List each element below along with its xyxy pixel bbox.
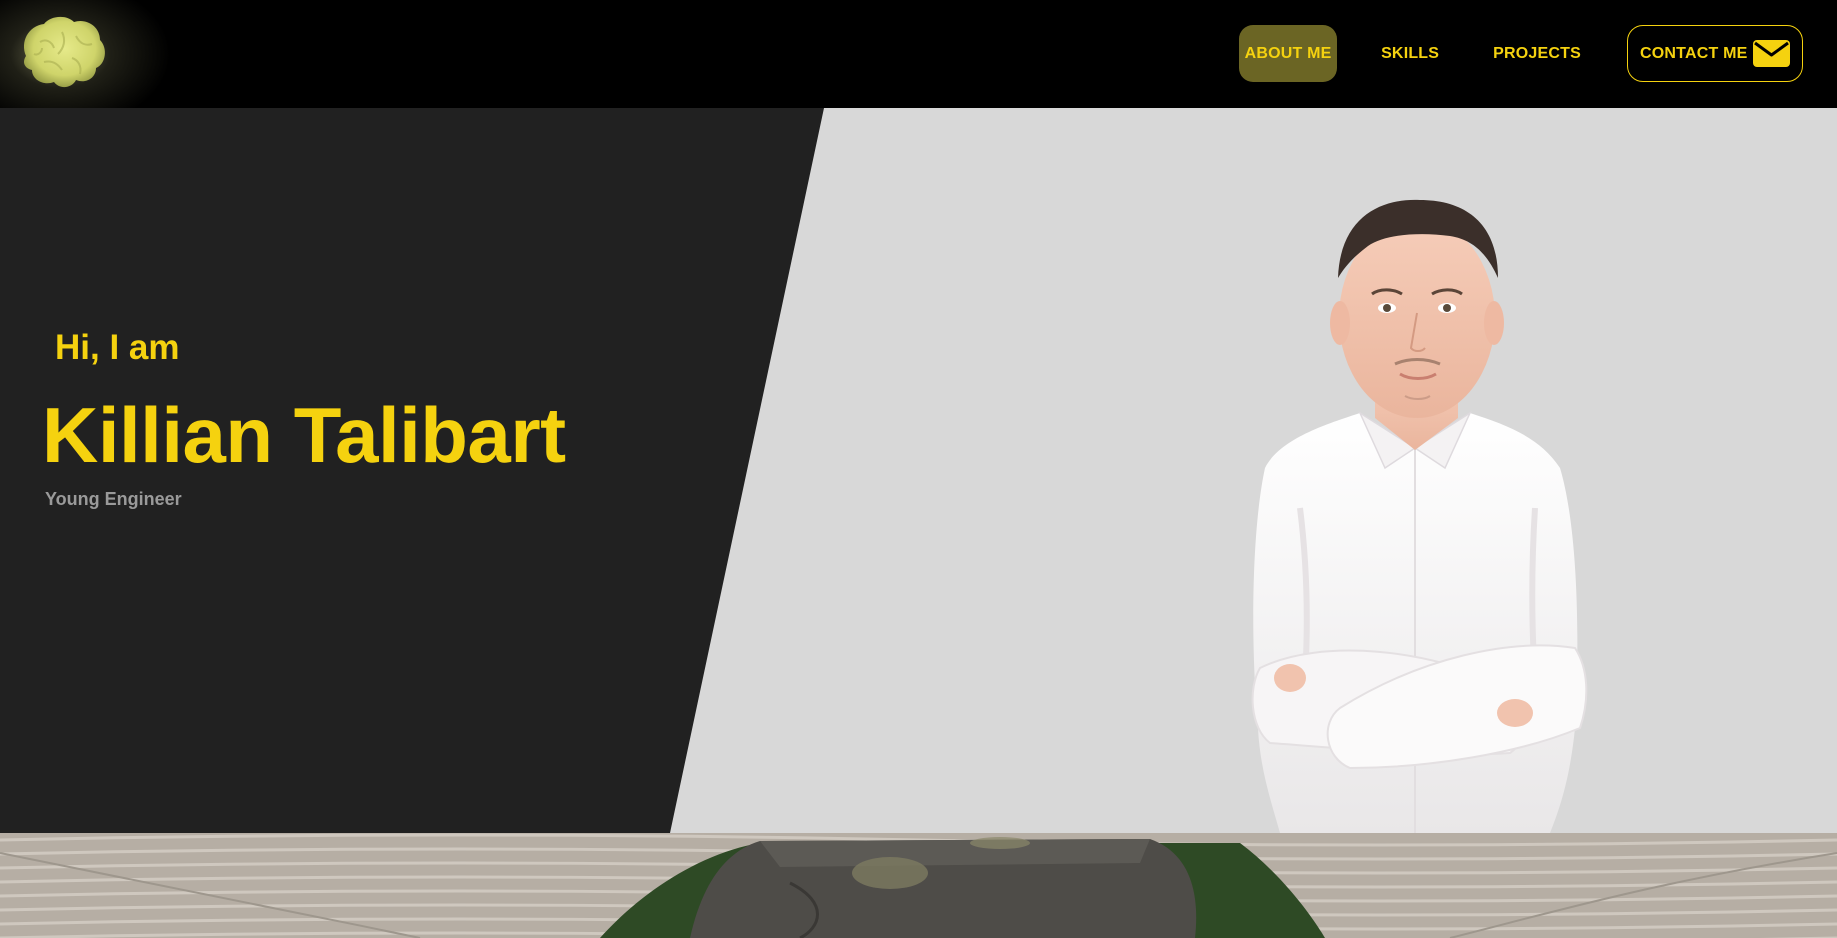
nav-skills[interactable]: SKILLS (1373, 25, 1447, 82)
nav-about-me[interactable]: ABOUT ME (1239, 25, 1338, 82)
hero-intro: Hi, I am Killian Talibart Young Engineer (0, 108, 700, 833)
contact-label: CONTACT ME (1640, 44, 1748, 62)
nav-contact-me[interactable]: CONTACT ME (1627, 25, 1803, 82)
profile-photo (1251, 199, 1588, 833)
main-nav: ABOUT ME SKILLS PROJECTS CONTACT ME (1239, 25, 1803, 82)
brain-logo[interactable] (0, 0, 200, 108)
mail-icon (1753, 40, 1790, 67)
navbar: ABOUT ME SKILLS PROJECTS CONTACT ME (0, 0, 1837, 108)
hero-greeting: Hi, I am (55, 328, 180, 367)
hero-name: Killian Talibart (42, 391, 566, 479)
garden-photo (0, 833, 1837, 938)
nav-projects[interactable]: PROJECTS (1485, 25, 1589, 82)
zen-garden-image (0, 833, 1837, 938)
hero-section: Hi, I am Killian Talibart Young Engineer (0, 108, 1837, 833)
hero-role: Young Engineer (45, 489, 182, 509)
brain-icon (24, 16, 105, 88)
